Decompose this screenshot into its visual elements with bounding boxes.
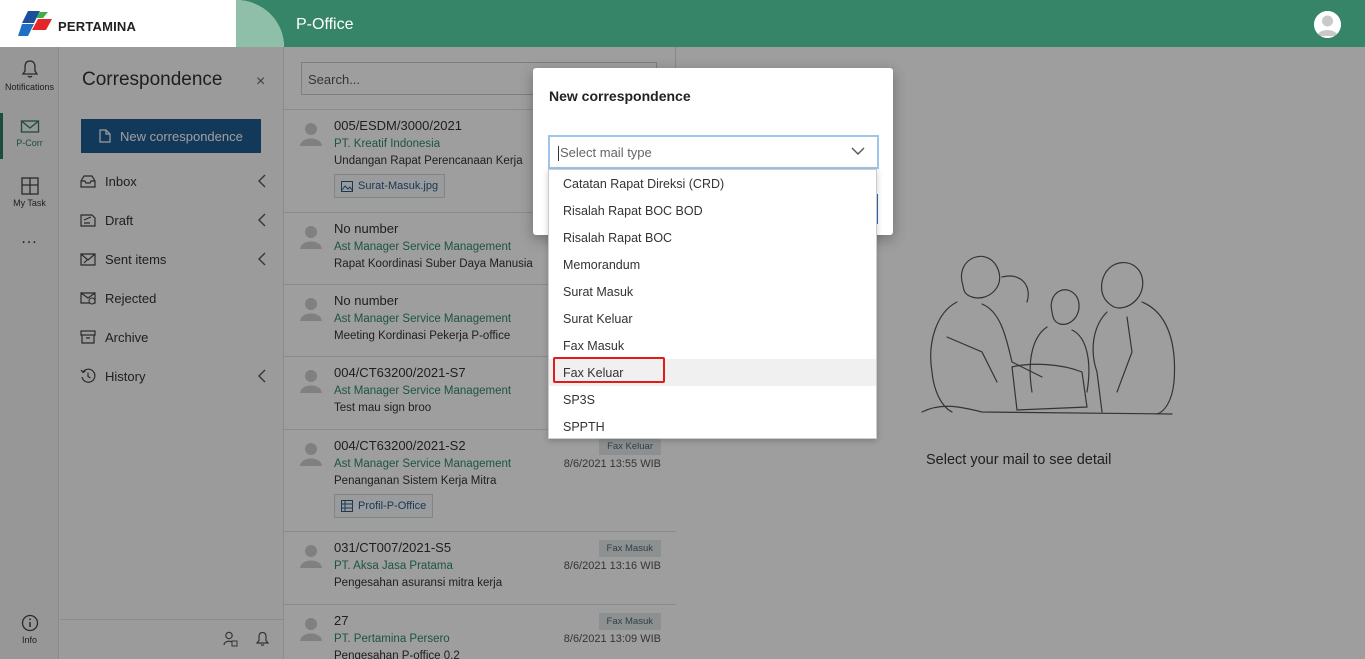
mail-type-dropdown: Catatan Rapat Direksi (CRD) Risalah Rapa…	[548, 169, 877, 439]
user-avatar[interactable]	[1314, 11, 1341, 38]
app-title: P-Office	[296, 16, 354, 33]
pertamina-logo-icon[interactable]	[18, 11, 54, 37]
dropdown-option[interactable]: Catatan Rapat Direksi (CRD)	[549, 170, 876, 197]
highlight-annotation-box	[553, 357, 665, 383]
text-cursor	[558, 146, 559, 161]
dropdown-option[interactable]: Fax Masuk	[549, 332, 876, 359]
top-bar: PERTAMINA P-Office	[0, 0, 1365, 47]
logo-area: PERTAMINA	[0, 0, 284, 47]
dropdown-option[interactable]: Risalah Rapat BOC	[549, 224, 876, 251]
chevron-down-icon[interactable]	[851, 147, 865, 156]
dropdown-option[interactable]: Surat Keluar	[549, 305, 876, 332]
dropdown-option[interactable]: Surat Masuk	[549, 278, 876, 305]
logo-area-fade	[236, 0, 284, 47]
dropdown-option[interactable]: Memorandum	[549, 251, 876, 278]
modal-title: New correspondence	[549, 88, 691, 104]
dropdown-option[interactable]: SP3S	[549, 386, 876, 413]
dropdown-option[interactable]: SPPTH	[549, 413, 876, 440]
user-icon	[1314, 11, 1341, 38]
logo-text: PERTAMINA	[58, 19, 137, 34]
select-placeholder: Select mail type	[560, 145, 652, 160]
mail-type-select[interactable]: Select mail type	[548, 135, 879, 169]
dropdown-option[interactable]: Risalah Rapat BOC BOD	[549, 197, 876, 224]
